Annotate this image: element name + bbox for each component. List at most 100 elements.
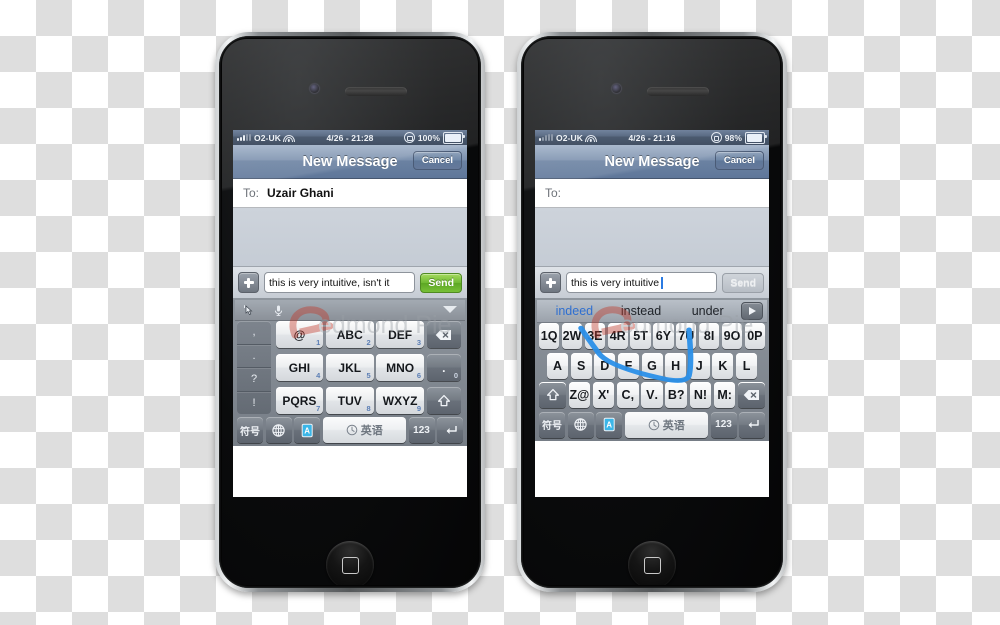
navigation-bar: New Message Cancel — [233, 145, 467, 179]
add-attachment-button[interactable] — [238, 272, 259, 293]
key-v[interactable]: V . — [641, 382, 663, 408]
key-a[interactable]: A — [547, 352, 569, 379]
key-y[interactable]: 6 Y — [653, 323, 674, 349]
return-key[interactable] — [739, 411, 765, 438]
key-o[interactable]: 9 O — [721, 323, 743, 349]
key-f[interactable]: F — [617, 352, 639, 379]
key-m[interactable]: M : — [713, 382, 736, 408]
suggestion-item-2[interactable]: under — [674, 304, 741, 318]
microphone-icon[interactable] — [272, 304, 285, 317]
suggestion-item-1[interactable]: instead — [608, 304, 675, 318]
to-field-value: Uzair Ghani — [267, 186, 334, 200]
contacts-key[interactable]: A — [596, 411, 622, 438]
key-n[interactable]: N ! — [689, 382, 712, 408]
key-number: 3 — [587, 329, 595, 343]
key-p[interactable]: 0 P — [744, 323, 765, 349]
home-button[interactable] — [326, 541, 374, 585]
t9-key-2[interactable]: ABC 2 — [325, 321, 374, 348]
page-title: New Message — [302, 153, 398, 170]
symbols-key[interactable]: 符号 — [539, 411, 565, 438]
backspace-icon — [435, 329, 452, 341]
key-number: 0 — [747, 329, 755, 343]
t9-key-7[interactable]: PQRS 7 — [275, 387, 324, 414]
battery-icon — [443, 131, 465, 144]
globe-key[interactable] — [567, 411, 594, 438]
return-key[interactable] — [437, 417, 463, 443]
numeric-key[interactable]: 123 — [408, 417, 435, 443]
t9-key-1[interactable]: @ 1 — [275, 321, 324, 348]
t9-key-9[interactable]: WXYZ 9 — [376, 387, 425, 414]
key-q[interactable]: 1 Q — [539, 323, 560, 349]
key-s[interactable]: S — [570, 352, 592, 379]
t9-key-number: 0 — [453, 371, 458, 380]
t9-key-3[interactable]: DEF 3 — [376, 321, 425, 348]
ime-bottom-bar: 符号 A 英语 123 — [537, 411, 767, 438]
key-w[interactable]: 2 W — [561, 323, 583, 349]
t9-key-number: 6 — [416, 371, 422, 380]
punct-key-exclaim[interactable]: ! — [237, 392, 271, 415]
cancel-button[interactable]: Cancel — [714, 151, 764, 170]
svg-text:A: A — [606, 420, 612, 429]
backspace-key[interactable] — [426, 321, 461, 348]
key-label: T — [640, 329, 648, 343]
key-z[interactable]: Z @ — [568, 382, 591, 408]
key-l[interactable]: L — [736, 352, 758, 379]
message-input[interactable]: this is very intuitive — [566, 272, 718, 293]
send-button[interactable]: Send — [722, 272, 764, 293]
key-t[interactable]: 5 T — [630, 323, 651, 349]
message-input[interactable]: this is very intuitive, isn't it — [264, 272, 416, 293]
ime-bottom-bar: 符号 A 英语 123 — [235, 417, 465, 443]
more-suggestions-button[interactable] — [741, 302, 764, 320]
key-c[interactable]: C , — [617, 382, 639, 408]
punct-key-period[interactable]: . — [237, 345, 271, 368]
hide-keyboard-button[interactable] — [443, 306, 457, 313]
backspace-key[interactable] — [738, 382, 766, 408]
key-u[interactable]: 7 U — [676, 323, 697, 349]
shift-key[interactable] — [426, 387, 461, 414]
t9-key-6[interactable]: MNO 6 — [376, 354, 425, 381]
to-field-label: To: — [243, 186, 260, 200]
t9-key-number: 8 — [366, 404, 371, 413]
to-field[interactable]: To: Uzair Ghani — [233, 179, 467, 208]
t9-key-8[interactable]: TUV 8 — [325, 387, 374, 414]
key-h[interactable]: H — [665, 352, 687, 379]
key-e[interactable]: 3 E — [584, 323, 605, 349]
t9-key-5[interactable]: JKL 5 — [325, 354, 374, 381]
symbols-key[interactable]: 符号 — [237, 417, 263, 443]
key-i[interactable]: 8 I — [699, 323, 720, 349]
key-j[interactable]: J — [688, 352, 710, 379]
globe-key[interactable] — [265, 417, 292, 443]
cancel-button[interactable]: Cancel — [412, 151, 462, 170]
home-button[interactable] — [628, 541, 676, 585]
space-key[interactable]: 英语 — [322, 417, 406, 443]
earpiece-speaker-icon — [647, 87, 709, 96]
t9-key-number: 5 — [366, 371, 371, 380]
t9-key-0[interactable]: . 0 — [426, 354, 461, 381]
key-b[interactable]: B ? — [665, 382, 688, 408]
battery-percent-label: 100% — [417, 132, 440, 143]
backspace-icon — [743, 389, 760, 401]
key-subglyph: : — [727, 388, 732, 402]
key-d[interactable]: D — [594, 352, 616, 379]
key-x[interactable]: X ' — [592, 382, 615, 408]
suggestion-bar: indeed instead under — [537, 300, 767, 323]
arrow-right-icon — [748, 307, 756, 315]
key-r[interactable]: 4 R — [607, 323, 628, 349]
add-attachment-button[interactable] — [540, 272, 561, 293]
numeric-key[interactable]: 123 — [710, 411, 737, 438]
text-caret — [661, 276, 663, 289]
space-key[interactable]: 英语 — [624, 411, 708, 438]
to-field[interactable]: To: — [535, 179, 769, 208]
ime-toolbar — [235, 300, 465, 321]
t9-key-4[interactable]: GHI 4 — [275, 354, 324, 381]
suggestion-item-0[interactable]: indeed — [541, 304, 608, 318]
key-label: M — [717, 388, 728, 402]
shift-key[interactable] — [539, 382, 566, 408]
punct-key-comma[interactable]: , — [237, 321, 271, 345]
contacts-key[interactable]: A — [294, 417, 320, 443]
key-g[interactable]: G — [641, 352, 663, 379]
send-button[interactable]: Send — [420, 272, 462, 293]
key-k[interactable]: K — [712, 352, 734, 379]
punct-key-question[interactable]: ? — [237, 368, 271, 392]
handwriting-icon[interactable] — [243, 304, 256, 317]
